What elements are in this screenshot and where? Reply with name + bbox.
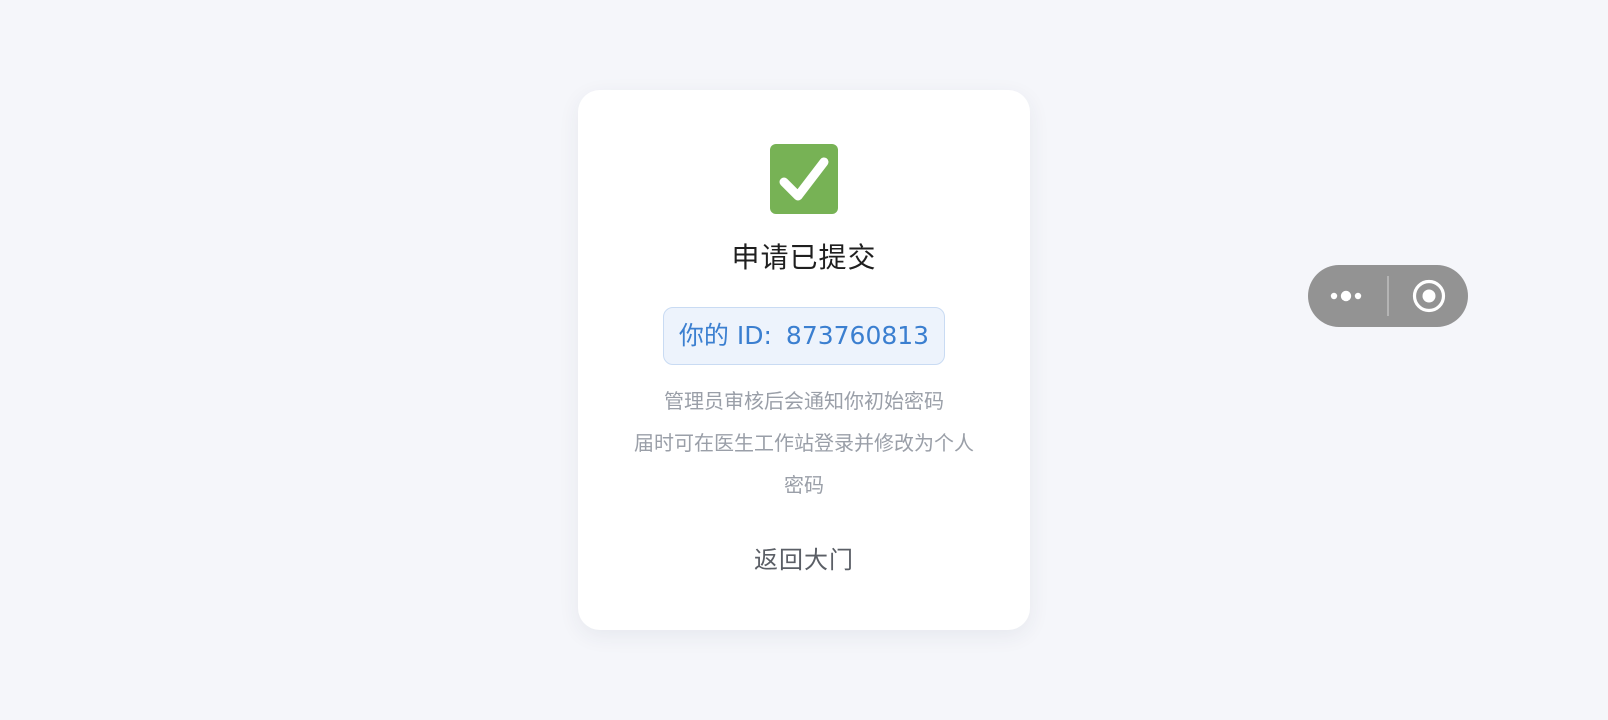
id-label: 你的 ID: bbox=[678, 321, 772, 350]
id-badge: 你的 ID: 873760813 bbox=[663, 307, 945, 365]
id-value: 873760813 bbox=[785, 321, 930, 350]
description-line: 密码 bbox=[784, 473, 824, 497]
description: 管理员审核后会通知你初始密码 届时可在医生工作站登录并修改为个人 密码 bbox=[618, 380, 990, 506]
description-line: 管理员审核后会通知你初始密码 bbox=[664, 389, 944, 413]
check-mark-icon bbox=[770, 144, 838, 214]
mini-program-capsule bbox=[1308, 265, 1468, 327]
back-to-gate-button[interactable]: 返回大门 bbox=[578, 542, 1030, 578]
close-target-icon[interactable] bbox=[1389, 265, 1468, 327]
result-card: 申请已提交 你的 ID: 873760813 管理员审核后会通知你初始密码 届时可… bbox=[578, 90, 1030, 630]
description-line: 届时可在医生工作站登录并修改为个人 bbox=[634, 431, 974, 455]
page-title: 申请已提交 bbox=[731, 241, 877, 274]
more-icon[interactable] bbox=[1308, 265, 1387, 327]
